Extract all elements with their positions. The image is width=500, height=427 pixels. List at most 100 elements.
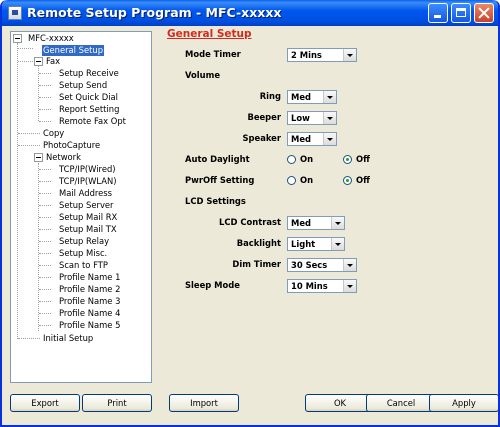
export-button[interactable]: Export: [10, 394, 80, 412]
tree-line: [39, 301, 51, 302]
pwroff-off-radio[interactable]: [343, 176, 352, 185]
tree-line: [39, 253, 51, 254]
backlight-value: Light: [291, 239, 316, 249]
beeper-value: Low: [291, 113, 310, 123]
tree-item-fax[interactable]: Fax: [45, 56, 61, 67]
tree-item-network-child[interactable]: Profile Name 2: [58, 284, 121, 295]
tree-item-fax-child[interactable]: Setup Send: [58, 80, 108, 91]
tree-item-network-child[interactable]: Setup Misc.: [58, 248, 108, 259]
beeper-select[interactable]: Low: [287, 111, 337, 125]
sleep-mode-value: 10 Mins: [291, 281, 328, 291]
lcd-contrast-value: Med: [291, 218, 312, 228]
pwroff-off-label: Off: [356, 175, 370, 185]
tree-line: [39, 85, 51, 86]
tree-item-network-child[interactable]: Setup Mail TX: [58, 224, 118, 235]
dropdown-arrow-icon[interactable]: [343, 259, 356, 271]
tree-item-fax-child[interactable]: Remote Fax Opt: [58, 116, 127, 127]
sleep-mode-select[interactable]: 10 Mins: [287, 279, 357, 293]
tree-line: [39, 325, 51, 326]
tree-line: [39, 217, 51, 218]
print-button[interactable]: Print: [82, 394, 152, 412]
tree-item-fax-child[interactable]: Setup Receive: [58, 68, 120, 79]
tree-item-network-child[interactable]: Setup Mail RX: [58, 212, 118, 223]
tree-line: [39, 121, 51, 122]
tree-item-network-child[interactable]: Scan to FTP: [58, 260, 109, 271]
tree-item-network-child[interactable]: TCP/IP(Wired): [58, 164, 117, 175]
settings-tree[interactable]: MFC-xxxxx General Setup Fax Copy PhotoCa…: [10, 31, 152, 383]
pwroff-on-radio[interactable]: [287, 176, 296, 185]
tree-line: [39, 109, 51, 110]
tree-item-network-child[interactable]: Profile Name 3: [58, 296, 121, 307]
auto-daylight-off-label: Off: [356, 154, 370, 164]
lcd-settings-heading: LCD Settings: [185, 196, 246, 206]
tree-collapse-icon[interactable]: [13, 34, 22, 43]
tree-line: [39, 241, 51, 242]
tree-item-network-child[interactable]: Mail Address: [58, 188, 113, 199]
dropdown-arrow-icon[interactable]: [331, 238, 344, 250]
tree-line: [39, 193, 51, 194]
close-icon[interactable]: [474, 3, 494, 23]
tree-root[interactable]: MFC-xxxxx: [27, 33, 75, 44]
tree-item-network[interactable]: Network: [45, 152, 82, 163]
tree-line: [18, 48, 33, 49]
tree-line: [39, 181, 51, 182]
window-title: Remote Setup Program - MFC-xxxxx: [27, 5, 282, 20]
dim-timer-label: Dim Timer: [232, 259, 281, 269]
tree-item-network-child[interactable]: Setup Server: [58, 200, 115, 211]
tree-item-fax-child[interactable]: Report Setting: [58, 104, 120, 115]
dropdown-arrow-icon[interactable]: [323, 112, 336, 124]
tree-line: [39, 97, 51, 98]
tree-item-network-child[interactable]: Profile Name 5: [58, 320, 121, 331]
tree-line: [39, 313, 51, 314]
tree-item-network-child[interactable]: Setup Relay: [58, 236, 110, 247]
tree-item-general-setup[interactable]: General Setup: [42, 45, 105, 56]
maximize-icon[interactable]: [451, 3, 471, 23]
tree-item-network-child[interactable]: Profile Name 4: [58, 308, 121, 319]
lcd-contrast-select[interactable]: Med: [287, 216, 345, 230]
tree-line: [39, 205, 51, 206]
mode-timer-select[interactable]: 2 Mins: [287, 48, 357, 62]
backlight-label: Backlight: [236, 238, 281, 248]
import-button[interactable]: Import: [169, 394, 239, 412]
dropdown-arrow-icon[interactable]: [323, 133, 336, 145]
tree-collapse-icon[interactable]: [34, 153, 43, 162]
tree-line: [38, 66, 39, 121]
auto-daylight-label: Auto Daylight: [185, 154, 250, 164]
tree-line: [18, 338, 40, 339]
remote-setup-window: Remote Setup Program - MFC-xxxxx MFC-xxx…: [0, 0, 500, 427]
title-bar[interactable]: Remote Setup Program - MFC-xxxxx: [2, 0, 498, 26]
tree-line: [18, 133, 40, 134]
tree-line: [39, 229, 51, 230]
auto-daylight-off-radio[interactable]: [343, 155, 352, 164]
tree-item-network-child[interactable]: TCP/IP(WLAN): [58, 176, 118, 187]
ring-select[interactable]: Med: [287, 90, 337, 104]
tree-item-network-child[interactable]: Profile Name 1: [58, 272, 121, 283]
tree-line: [39, 277, 51, 278]
ok-button[interactable]: OK: [305, 394, 375, 412]
tree-collapse-icon[interactable]: [34, 57, 43, 66]
apply-button[interactable]: Apply: [429, 394, 498, 412]
backlight-select[interactable]: Light: [287, 237, 345, 251]
lcd-contrast-label: LCD Contrast: [219, 217, 281, 227]
auto-daylight-on-radio[interactable]: [287, 155, 296, 164]
speaker-value: Med: [291, 134, 312, 144]
dim-timer-select[interactable]: 30 Secs: [287, 258, 357, 272]
dim-timer-value: 30 Secs: [291, 260, 328, 270]
tree-item-fax-child[interactable]: Set Quick Dial: [58, 92, 119, 103]
speaker-select[interactable]: Med: [287, 132, 337, 146]
tree-line: [39, 289, 51, 290]
pwroff-on-label: On: [300, 175, 314, 185]
tree-item-copy[interactable]: Copy: [42, 128, 65, 139]
minimize-icon[interactable]: [428, 3, 448, 23]
tree-line: [18, 145, 40, 146]
dropdown-arrow-icon[interactable]: [343, 280, 356, 292]
speaker-label: Speaker: [242, 133, 281, 143]
tree-item-photocapture[interactable]: PhotoCapture: [42, 140, 101, 151]
tree-item-initial-setup[interactable]: Initial Setup: [42, 333, 94, 344]
ring-value: Med: [291, 92, 312, 102]
dropdown-arrow-icon[interactable]: [343, 49, 356, 61]
tree-line: [39, 73, 51, 74]
cancel-button[interactable]: Cancel: [366, 394, 436, 412]
dropdown-arrow-icon[interactable]: [323, 91, 336, 103]
dropdown-arrow-icon[interactable]: [331, 217, 344, 229]
